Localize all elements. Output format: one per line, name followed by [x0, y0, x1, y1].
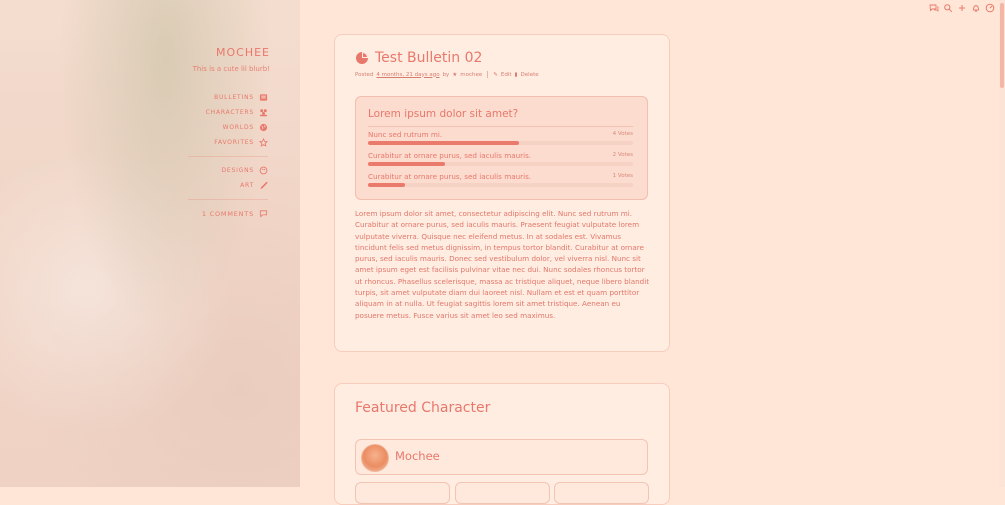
- character-detail-box: [355, 482, 450, 504]
- bulletin-card: Test Bulletin 02 Posted 4 months, 21 day…: [334, 34, 670, 352]
- nav-divider: [188, 199, 268, 200]
- author-link[interactable]: mochee: [460, 72, 482, 78]
- meta-divider: [487, 71, 489, 78]
- nav-label: ART: [240, 182, 254, 189]
- brush-icon: [260, 181, 268, 190]
- trash-icon: ▮: [514, 71, 518, 78]
- character-detail-box: [455, 482, 550, 504]
- comment-icon: [259, 210, 268, 218]
- avatar[interactable]: [361, 444, 389, 472]
- poll-question: Lorem ipsum dolor sit amet?: [368, 108, 519, 120]
- scrollbar-thumb[interactable]: [1000, 3, 1004, 88]
- poll-option[interactable]: Nunc sed rutrum mi. 4 Votes: [368, 130, 633, 148]
- delete-link[interactable]: Delete: [521, 72, 539, 78]
- poll-box: Lorem ipsum dolor sit amet? Nunc sed rut…: [355, 96, 648, 200]
- poll-bar-fill: [368, 162, 445, 166]
- post-title[interactable]: Test Bulletin 02: [375, 50, 482, 66]
- messages-icon[interactable]: [929, 3, 939, 13]
- star-icon: [259, 138, 268, 147]
- nav-item-designs[interactable]: DESIGNS: [128, 163, 268, 178]
- site-title[interactable]: MOCHEE: [216, 46, 270, 59]
- nav-label: WORLDS: [222, 124, 254, 131]
- poll-option-votes: 1 Votes: [612, 173, 633, 179]
- poll-bar-fill: [368, 141, 520, 145]
- globe-icon: [259, 123, 268, 132]
- pie-chart-icon: [356, 52, 368, 64]
- post-meta: Posted 4 months, 21 days ago by ★ mochee…: [355, 71, 539, 78]
- poll-option[interactable]: Curabitur at ornare purus, sed iaculis m…: [368, 172, 633, 190]
- sidebar: MOCHEE This is a cute lil blurb! BULLETI…: [0, 0, 300, 487]
- edit-link[interactable]: Edit: [501, 72, 512, 78]
- poll-divider: [368, 126, 633, 127]
- posted-label: Posted: [355, 71, 374, 78]
- nav-item-bulletins[interactable]: BULLETINS: [128, 90, 268, 105]
- poll-option-label: Curabitur at ornare purus, sed iaculis m…: [368, 172, 532, 181]
- nav-label: CHARACTERS: [205, 109, 254, 116]
- nav-item-art[interactable]: ART: [128, 178, 268, 193]
- featured-title: Featured Character: [355, 400, 491, 416]
- post-body: Lorem ipsum dolor sit amet, consectetur …: [355, 209, 650, 320]
- newspaper-icon: [259, 94, 268, 101]
- featured-character[interactable]: Mochee: [355, 439, 648, 475]
- plus-icon[interactable]: [957, 3, 967, 13]
- comments-link[interactable]: 1 COMMENTS: [128, 206, 268, 221]
- post-time[interactable]: 4 months, 21 days ago: [376, 72, 439, 78]
- site-blurb: This is a cute lil blurb!: [192, 65, 270, 73]
- poll-option-label: Nunc sed rutrum mi.: [368, 130, 443, 139]
- sidebar-nav: BULLETINS CHARACTERS WORLDS FAVORITES DE…: [128, 90, 268, 221]
- nav-item-favorites[interactable]: FAVORITES: [128, 135, 268, 150]
- palette-icon: [259, 166, 268, 175]
- character-name[interactable]: Mochee: [395, 449, 440, 463]
- author-icon: ★: [452, 71, 458, 78]
- poll-bar-fill: [368, 183, 406, 187]
- users-icon: [259, 109, 268, 117]
- dashboard-icon[interactable]: [985, 3, 995, 13]
- poll-option-votes: 4 Votes: [612, 131, 633, 137]
- comments-label: 1 COMMENTS: [201, 209, 254, 218]
- post-header: Test Bulletin 02: [355, 50, 482, 66]
- nav-item-characters[interactable]: CHARACTERS: [128, 105, 268, 120]
- character-detail-box: [554, 482, 649, 504]
- scrollbar[interactable]: [999, 0, 1005, 487]
- poll-option-label: Curabitur at ornare purus, sed iaculis m…: [368, 151, 532, 160]
- poll-option-votes: 2 Votes: [612, 152, 633, 158]
- nav-label: FAVORITES: [214, 139, 254, 146]
- search-icon[interactable]: [943, 3, 953, 13]
- nav-label: DESIGNS: [221, 167, 254, 174]
- nav-item-worlds[interactable]: WORLDS: [128, 120, 268, 135]
- pencil-icon: ✎: [493, 71, 498, 78]
- poll-bar-track: [368, 141, 633, 145]
- bell-icon[interactable]: [971, 3, 981, 13]
- poll-bar-track: [368, 162, 633, 166]
- by-label: by: [442, 71, 450, 78]
- nav-divider: [188, 156, 268, 157]
- top-toolbar: [929, 3, 995, 13]
- nav-label: BULLETINS: [214, 94, 254, 101]
- poll-bar-track: [368, 183, 633, 187]
- poll-option[interactable]: Curabitur at ornare purus, sed iaculis m…: [368, 151, 633, 169]
